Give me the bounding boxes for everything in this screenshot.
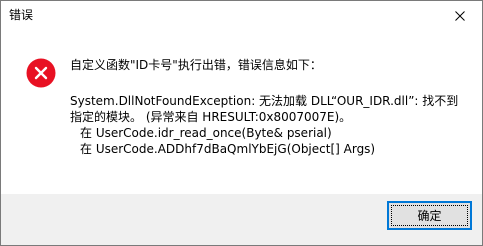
ok-button[interactable]: 确定 bbox=[387, 201, 472, 230]
error-icon bbox=[26, 58, 56, 88]
window-title: 错误 bbox=[9, 8, 34, 22]
title-bar[interactable]: 错误 bbox=[1, 1, 482, 31]
stack-trace-line: 在 UserCode.idr_read_once(Byte& pserial) bbox=[80, 126, 332, 140]
close-icon bbox=[455, 11, 465, 21]
stack-trace-line: 在 UserCode.ADDhf7dBaQmlYbEjG(Object[] Ar… bbox=[80, 142, 376, 156]
close-button[interactable] bbox=[438, 1, 482, 31]
error-detail: System.DllNotFoundException: 无法加载 DLL“OU… bbox=[70, 93, 458, 157]
exception-line: System.DllNotFoundException: 无法加载 DLL“OU… bbox=[70, 94, 459, 108]
error-dialog-window: 错误 自定义函数"ID卡号"执行出错，错误信息如下： System.DllNot… bbox=[0, 0, 483, 246]
button-bar: 确定 bbox=[1, 194, 482, 245]
exception-line: 指定的模块。 (异常来自 HRESULT:0x8007007E)。 bbox=[70, 110, 352, 124]
error-headline: 自定义函数"ID卡号"执行出错，错误信息如下： bbox=[70, 58, 322, 72]
message-area: 自定义函数"ID卡号"执行出错，错误信息如下： System.DllNotFou… bbox=[1, 31, 482, 194]
